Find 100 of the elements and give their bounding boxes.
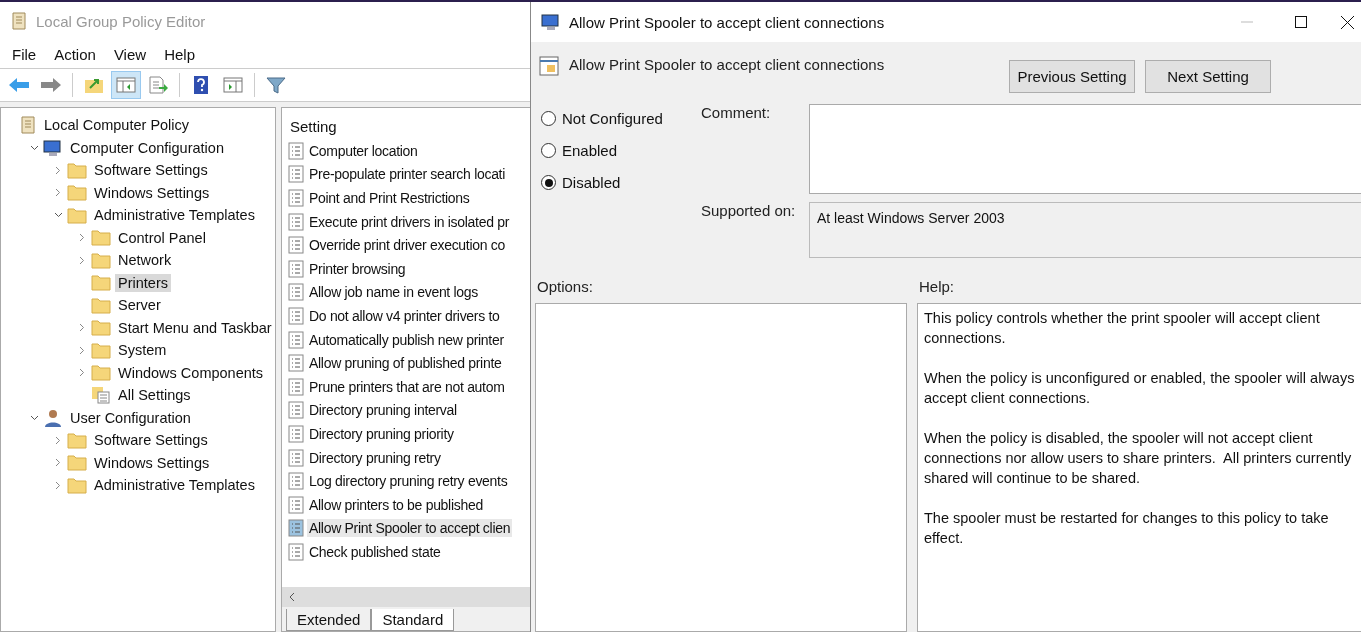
list-item[interactable]: Directory pruning retry xyxy=(307,448,443,467)
policy-setting-icon xyxy=(288,306,304,325)
tree-item[interactable]: Computer Configuration xyxy=(67,138,227,157)
list-item[interactable]: Automatically publish new printer xyxy=(307,330,506,349)
tree-item[interactable]: System xyxy=(115,341,170,360)
list-item[interactable]: Directory pruning priority xyxy=(307,424,456,443)
chevron-right-icon[interactable] xyxy=(55,165,61,175)
chevron-right-icon[interactable] xyxy=(79,323,85,333)
back-arrow-icon xyxy=(8,77,30,93)
folder-icon xyxy=(91,229,111,247)
tree-item[interactable]: Server xyxy=(115,296,164,315)
tree-item[interactable]: User Configuration xyxy=(67,408,194,427)
tree-item[interactable]: Software Settings xyxy=(91,431,211,450)
list-item[interactable]: Execute print drivers in isolated pr xyxy=(307,212,512,231)
tree-item[interactable]: Start Menu and Taskbar xyxy=(115,318,275,337)
policy-setting-icon xyxy=(288,236,304,255)
policy-setting-icon xyxy=(288,165,304,184)
policy-window-icon xyxy=(539,56,559,76)
folder-icon xyxy=(67,161,87,179)
tree-item[interactable]: All Settings xyxy=(115,386,194,405)
maximize-icon xyxy=(1295,16,1307,28)
folder-icon xyxy=(67,206,87,224)
menu-item[interactable]: View xyxy=(107,43,153,65)
field-label: Supported on: xyxy=(701,202,797,221)
menu-item[interactable]: Action xyxy=(48,43,102,65)
action-pane-icon xyxy=(223,77,243,93)
policy-setting-icon xyxy=(288,212,304,231)
folder-icon xyxy=(91,274,111,292)
radio-label: Disabled xyxy=(562,174,621,191)
tree-item[interactable]: Windows Settings xyxy=(91,453,213,472)
chevron-down-icon[interactable] xyxy=(53,212,63,219)
policy-setting-icon xyxy=(288,354,304,373)
policy-setting-icon xyxy=(288,542,304,561)
settings-list-icon xyxy=(91,386,111,405)
tree-item[interactable]: Local Computer Policy xyxy=(41,116,193,135)
radio-option[interactable]: Enabled xyxy=(541,142,701,159)
tree-item[interactable]: Control Panel xyxy=(115,228,209,247)
list-item[interactable]: Allow job name in event logs xyxy=(307,283,481,302)
chevron-right-icon[interactable] xyxy=(55,480,61,490)
nav-button[interactable]: Next Setting xyxy=(1145,60,1271,93)
view-tab[interactable]: Standard xyxy=(371,609,455,631)
folder-icon xyxy=(91,364,111,382)
radio-circle[interactable] xyxy=(541,111,556,126)
view-tab[interactable]: Extended xyxy=(286,609,372,631)
tree-item[interactable]: Administrative Templates xyxy=(91,206,258,225)
user-icon xyxy=(43,408,63,427)
help-paragraph: This policy controls whether the print spooler will accept client connections. xyxy=(924,309,1321,348)
list-item[interactable]: Allow pruning of published printe xyxy=(307,354,504,373)
list-item[interactable]: Pre-populate printer search locati xyxy=(307,165,508,184)
folder-up-icon xyxy=(84,76,104,94)
computer-icon xyxy=(541,13,561,31)
radio-option[interactable]: Not Configured xyxy=(541,110,701,127)
policy-heading: Allow Print Spooler to accept client connections xyxy=(569,56,886,73)
chevron-right-icon[interactable] xyxy=(79,345,85,355)
chevron-right-icon[interactable] xyxy=(55,458,61,468)
policy-setting-icon xyxy=(288,283,304,302)
radio-option[interactable]: Disabled xyxy=(541,174,701,191)
chevron-right-icon[interactable] xyxy=(55,188,61,198)
list-item[interactable]: Do not allow v4 printer drivers to xyxy=(307,306,502,325)
list-item[interactable]: Check published state xyxy=(307,542,443,561)
folder-icon xyxy=(91,296,111,314)
folder-icon xyxy=(91,319,111,337)
policy-setting-icon xyxy=(288,330,304,349)
list-item[interactable]: Directory pruning interval xyxy=(307,401,459,420)
policy-setting-icon xyxy=(288,377,304,396)
list-item[interactable]: Allow Print Spooler to accept clien xyxy=(307,519,513,538)
list-item[interactable]: Prune printers that are not autom xyxy=(307,377,507,396)
scroll-icon xyxy=(10,11,28,31)
radio-label: Enabled xyxy=(562,142,618,159)
list-item[interactable]: Point and Print Restrictions xyxy=(307,189,472,207)
export-list-icon xyxy=(148,76,168,94)
policy-setting-icon xyxy=(288,472,304,491)
list-item[interactable]: Override print driver execution co xyxy=(307,236,507,255)
tree-item[interactable]: Windows Components xyxy=(115,363,267,382)
tree-item[interactable]: Network xyxy=(115,251,175,270)
radio-circle[interactable] xyxy=(541,175,556,190)
tree-item[interactable]: Software Settings xyxy=(91,161,211,180)
chevron-down-icon[interactable] xyxy=(29,414,39,421)
chevron-right-icon[interactable] xyxy=(55,435,61,445)
chevron-right-icon[interactable] xyxy=(79,255,85,265)
window-title: Local Group Policy Editor xyxy=(36,12,206,30)
chevron-right-icon[interactable] xyxy=(79,233,85,243)
tree-item[interactable]: Printers xyxy=(115,273,171,292)
policy-setting-icon xyxy=(288,259,304,278)
list-item[interactable]: Allow printers to be published xyxy=(307,495,485,514)
comment-field[interactable] xyxy=(809,104,1361,194)
folder-icon xyxy=(67,476,87,494)
menu-item[interactable]: File xyxy=(6,43,43,65)
policy-setting-icon xyxy=(288,519,304,538)
list-item[interactable]: Log directory pruning retry events xyxy=(307,472,510,491)
nav-button[interactable]: Previous Setting xyxy=(1009,60,1135,93)
chevron-right-icon[interactable] xyxy=(79,368,85,378)
chevron-down-icon[interactable] xyxy=(29,144,39,151)
list-item[interactable]: Computer location xyxy=(307,141,420,160)
radio-circle[interactable] xyxy=(541,143,556,158)
menu-item[interactable]: Help xyxy=(158,43,201,65)
list-item[interactable]: Printer browsing xyxy=(307,259,408,278)
help-paragraph: The spooler must be restarted for changes to this policy to take effect. xyxy=(924,509,1330,548)
tree-item[interactable]: Windows Settings xyxy=(91,183,213,202)
tree-item[interactable]: Administrative Templates xyxy=(91,476,258,495)
